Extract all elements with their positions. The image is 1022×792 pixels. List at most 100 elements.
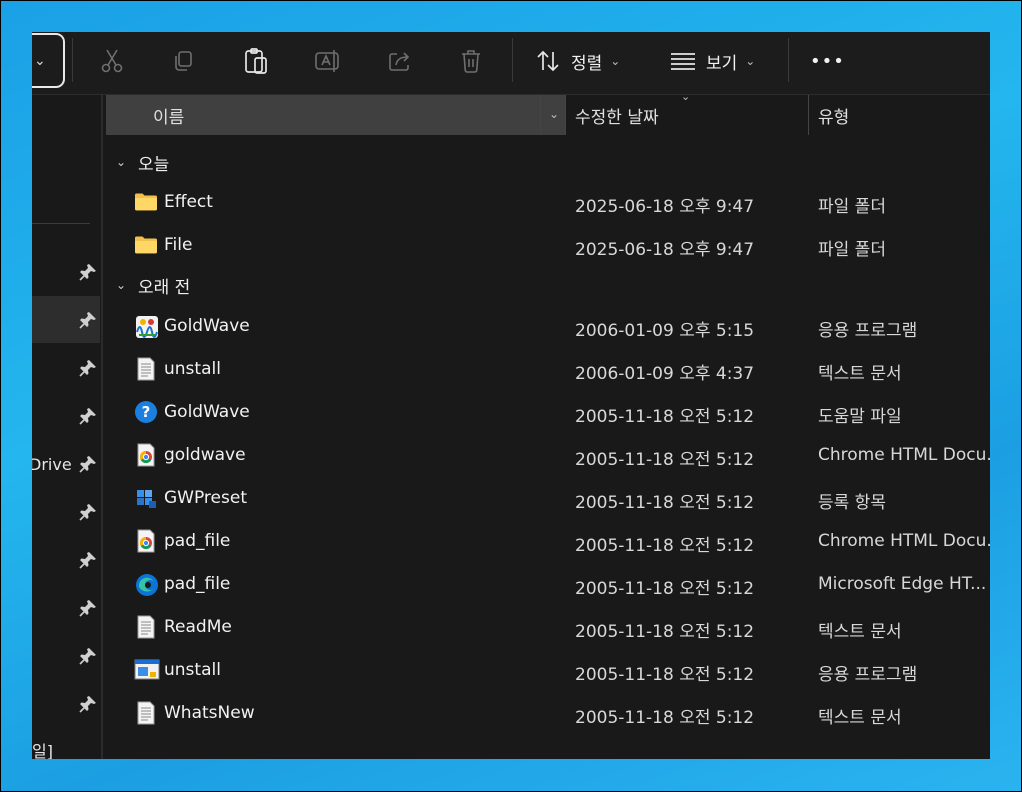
file-name[interactable]: unstall [164, 660, 221, 680]
rename-button[interactable] [310, 45, 346, 77]
text-document-icon [134, 357, 158, 381]
file-name[interactable]: Effect [164, 192, 213, 212]
column-header-date[interactable]: 수정한 날짜 [575, 95, 809, 135]
column-header-name-label: 이름 [153, 107, 185, 128]
file-row[interactable]: GoldWave 2006-01-09 오후 5:15 응용 프로그램 [106, 306, 990, 349]
rename-icon [315, 50, 339, 72]
sort-button[interactable]: 정렬 ⌄ [535, 46, 620, 76]
file-type: 도움말 파일 [818, 407, 902, 427]
file-date: 2005-11-18 오전 5:12 [575, 536, 755, 556]
pin-icon[interactable] [79, 311, 97, 329]
pin-icon[interactable] [79, 455, 97, 473]
file-name[interactable]: goldwave [164, 445, 246, 465]
sort-icon [537, 50, 559, 72]
trash-icon [462, 50, 480, 73]
file-row[interactable]: pad_file 2005-11-18 오전 5:12 Microsoft Edge… [106, 564, 990, 607]
svg-text:?: ? [142, 403, 151, 421]
file-type: Chrome HTML Docu... [818, 445, 990, 465]
file-name[interactable]: pad_file [164, 531, 230, 551]
file-row[interactable]: unstall 2006-01-09 오후 4:37 텍스트 문서 [106, 349, 990, 392]
file-row[interactable]: Effect 2025-06-18 오후 9:47 파일 폴더 [106, 182, 990, 225]
file-date: 2005-11-18 오전 5:12 [575, 622, 755, 642]
file-name[interactable]: WhatsNew [164, 703, 255, 723]
column-divider[interactable] [808, 95, 809, 135]
sort-label: 정렬 [571, 53, 603, 74]
file-row[interactable]: File 2025-06-18 오후 9:47 파일 폴더 [106, 225, 990, 268]
file-date: 2005-11-18 오전 5:12 [575, 579, 755, 599]
paste-icon [245, 48, 267, 74]
file-name[interactable]: pad_file [164, 574, 230, 594]
cut-button[interactable] [94, 45, 130, 77]
file-row[interactable]: ReadMe 2005-11-18 오전 5:12 텍스트 문서 [106, 607, 990, 650]
file-type: 텍스트 문서 [818, 622, 902, 642]
copy-button[interactable] [165, 45, 201, 77]
pin-icon[interactable] [79, 551, 97, 569]
column-divider[interactable] [565, 95, 566, 135]
share-button[interactable] [382, 45, 418, 77]
pin-icon[interactable] [79, 359, 97, 377]
folder-icon [134, 233, 158, 257]
file-name[interactable]: GoldWave [164, 402, 250, 422]
column-divider[interactable] [540, 95, 541, 135]
file-name[interactable]: File [164, 235, 192, 255]
goldwave-app-icon [134, 314, 158, 338]
pin-icon[interactable] [79, 647, 97, 665]
chrome-html-icon [134, 443, 158, 467]
file-type: 파일 폴더 [818, 197, 886, 217]
file-row[interactable]: WhatsNew 2005-11-18 오전 5:12 텍스트 문서 [106, 693, 990, 736]
chevron-down-icon: ⌄ [116, 278, 127, 292]
copy-icon [175, 51, 192, 71]
file-name[interactable]: GWPreset [164, 488, 247, 508]
file-date: 2005-11-18 오전 5:12 [575, 708, 755, 728]
file-name[interactable]: GoldWave [164, 316, 250, 336]
file-type: 등록 항목 [818, 493, 886, 513]
file-date: 2005-11-18 오전 5:12 [575, 493, 755, 513]
file-row[interactable]: ? GoldWave 2005-11-18 오전 5:12 도움말 파일 [106, 392, 990, 435]
pin-icon[interactable] [79, 263, 97, 281]
pin-icon[interactable] [79, 407, 97, 425]
file-date: 2005-11-18 오전 5:12 [575, 407, 755, 427]
toolbar-divider [72, 38, 73, 82]
column-header-date-label: 수정한 날짜 [575, 107, 659, 128]
chevron-down-icon: ⌄ [116, 155, 127, 169]
file-date: 2025-06-18 오후 9:47 [575, 240, 755, 260]
file-row[interactable]: pad_file 2005-11-18 오전 5:12 Chrome HTML Do… [106, 521, 990, 564]
file-type: 파일 폴더 [818, 240, 886, 260]
column-header-name[interactable]: 이름 ⌄ [106, 95, 565, 135]
more-icon: ••• [810, 50, 845, 72]
file-row[interactable]: unstall 2005-11-18 오전 5:12 응용 프로그램 [106, 650, 990, 693]
pin-icon[interactable] [79, 599, 97, 617]
nav-item-label[interactable]: 일] [32, 738, 53, 759]
group-header-today[interactable]: ⌄ 오늘 [116, 149, 169, 175]
file-row[interactable]: GWPreset 2005-11-18 오전 5:12 등록 항목 [106, 478, 990, 521]
address-dropdown[interactable]: ⌄ [32, 33, 65, 88]
edge-html-icon [134, 572, 158, 596]
file-date: 2006-01-09 오후 4:37 [575, 364, 755, 384]
file-date: 2025-06-18 오후 9:47 [575, 197, 755, 217]
file-explorer-window: ⌄ 정렬 ⌄ 보기 ⌄ ••• Drive 일] 이름 ⌄ ⌄ 수정한 날짜 유… [32, 32, 990, 759]
nav-scrollbar[interactable] [101, 95, 103, 759]
view-button[interactable]: 보기 ⌄ [670, 46, 755, 76]
text-document-icon [134, 615, 158, 639]
file-name[interactable]: unstall [164, 359, 221, 379]
paste-button[interactable] [238, 45, 274, 77]
chevron-down-icon[interactable]: ⌄ [549, 107, 559, 121]
file-type: Chrome HTML Docu... [818, 531, 990, 551]
file-date: 2005-11-18 오전 5:12 [575, 665, 755, 685]
file-type: 응용 프로그램 [818, 665, 918, 685]
file-name[interactable]: ReadMe [164, 617, 232, 637]
nav-item-label[interactable]: Drive [32, 455, 72, 474]
pin-icon[interactable] [79, 695, 97, 713]
group-header-long-ago[interactable]: ⌄ 오래 전 [116, 272, 190, 298]
pin-icon[interactable] [79, 503, 97, 521]
file-row[interactable]: goldwave 2005-11-18 오전 5:12 Chrome HTML Do… [106, 435, 990, 478]
file-type: 응용 프로그램 [818, 321, 918, 341]
file-date: 2005-11-18 오전 5:12 [575, 450, 755, 470]
view-list-icon [671, 53, 695, 70]
app-window-icon [134, 658, 160, 682]
text-document-icon [134, 701, 158, 725]
column-header-type[interactable]: 유형 [818, 95, 990, 135]
toolbar-divider [512, 38, 513, 82]
delete-button[interactable] [453, 45, 489, 77]
more-options-button[interactable]: ••• [810, 46, 845, 76]
